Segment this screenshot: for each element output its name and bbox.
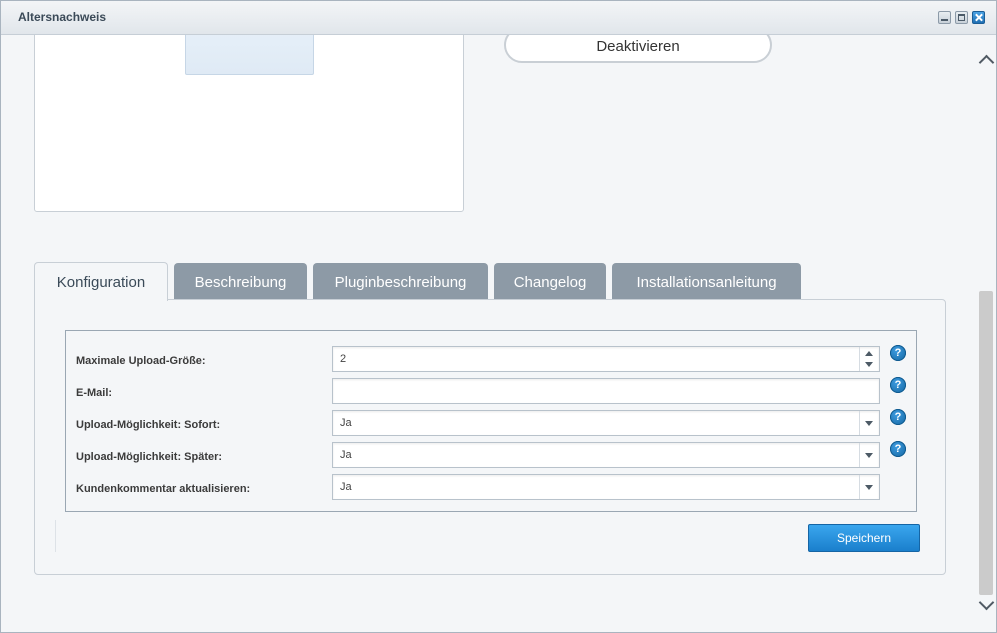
email-field[interactable]	[330, 376, 882, 406]
title-bar[interactable]: Altersnachweis	[1, 1, 996, 35]
maximize-icon[interactable]	[955, 11, 968, 24]
help-icon[interactable]: ?	[890, 409, 906, 425]
minimize-icon[interactable]	[938, 11, 951, 24]
chevron-down-icon[interactable]	[859, 475, 879, 499]
field-value: 2	[340, 353, 347, 365]
help-icon[interactable]: ?	[890, 345, 906, 361]
help-icon[interactable]: ?	[890, 377, 906, 393]
stepper-down-icon[interactable]	[865, 362, 873, 367]
tab-beschreibung[interactable]: Beschreibung	[174, 263, 307, 300]
form-row-upload-now: Upload-Möglichkeit: Sofort: Ja ?	[66, 408, 916, 440]
stepper-up-icon[interactable]	[865, 351, 873, 356]
number-stepper[interactable]	[859, 347, 879, 371]
plugin-image	[185, 35, 314, 75]
tab-installationsanleitung[interactable]: Installationsanleitung	[612, 263, 801, 300]
form-row-upload-size: Maximale Upload-Größe: 2 ?	[66, 344, 916, 376]
content-area: Deaktivieren Konfiguration Beschreibung …	[1, 35, 977, 632]
config-panel: Maximale Upload-Größe: 2 ? E-Mail: ? Upl…	[34, 299, 946, 575]
close-icon[interactable]	[972, 11, 985, 24]
scrollbar-thumb[interactable]	[979, 291, 993, 595]
scroll-down-icon[interactable]	[978, 594, 995, 611]
config-form: Maximale Upload-Größe: 2 ? E-Mail: ? Upl…	[65, 330, 917, 512]
window-title: Altersnachweis	[18, 10, 107, 24]
tab-changelog[interactable]: Changelog	[494, 263, 606, 300]
plugin-window: Altersnachweis Deaktivieren Konfiguratio…	[0, 0, 997, 633]
help-icon[interactable]: ?	[890, 441, 906, 457]
customer-comment-select[interactable]: Ja	[330, 472, 882, 502]
field-value: Ja	[340, 481, 352, 493]
tab-pluginbeschreibung[interactable]: Pluginbeschreibung	[313, 263, 488, 300]
tab-konfiguration[interactable]: Konfiguration	[34, 262, 168, 301]
upload-size-input[interactable]: 2	[330, 344, 882, 374]
field-label: Upload-Möglichkeit: Später:	[76, 451, 223, 463]
scroll-up-icon[interactable]	[978, 54, 995, 71]
field-value: Ja	[340, 417, 352, 429]
field-label: Maximale Upload-Größe:	[76, 355, 206, 367]
chevron-down-icon[interactable]	[859, 411, 879, 435]
upload-now-select[interactable]: Ja	[330, 408, 882, 438]
field-label: Upload-Möglichkeit: Sofort:	[76, 419, 221, 431]
field-label: Kundenkommentar aktualisieren:	[76, 483, 251, 495]
form-row-customer-comment: Kundenkommentar aktualisieren: Ja	[66, 472, 916, 504]
deactivate-button[interactable]: Deaktivieren	[504, 35, 772, 63]
save-button[interactable]: Speichern	[808, 524, 920, 552]
form-row-email: E-Mail: ?	[66, 376, 916, 408]
form-toolbar	[55, 520, 918, 552]
chevron-down-icon[interactable]	[859, 443, 879, 467]
vertical-scrollbar[interactable]	[977, 35, 996, 632]
field-label: E-Mail:	[76, 387, 113, 399]
form-row-upload-later: Upload-Möglichkeit: Später: Ja ?	[66, 440, 916, 472]
upload-later-select[interactable]: Ja	[330, 440, 882, 470]
field-value: Ja	[340, 449, 352, 461]
plugin-image-card	[34, 35, 464, 212]
